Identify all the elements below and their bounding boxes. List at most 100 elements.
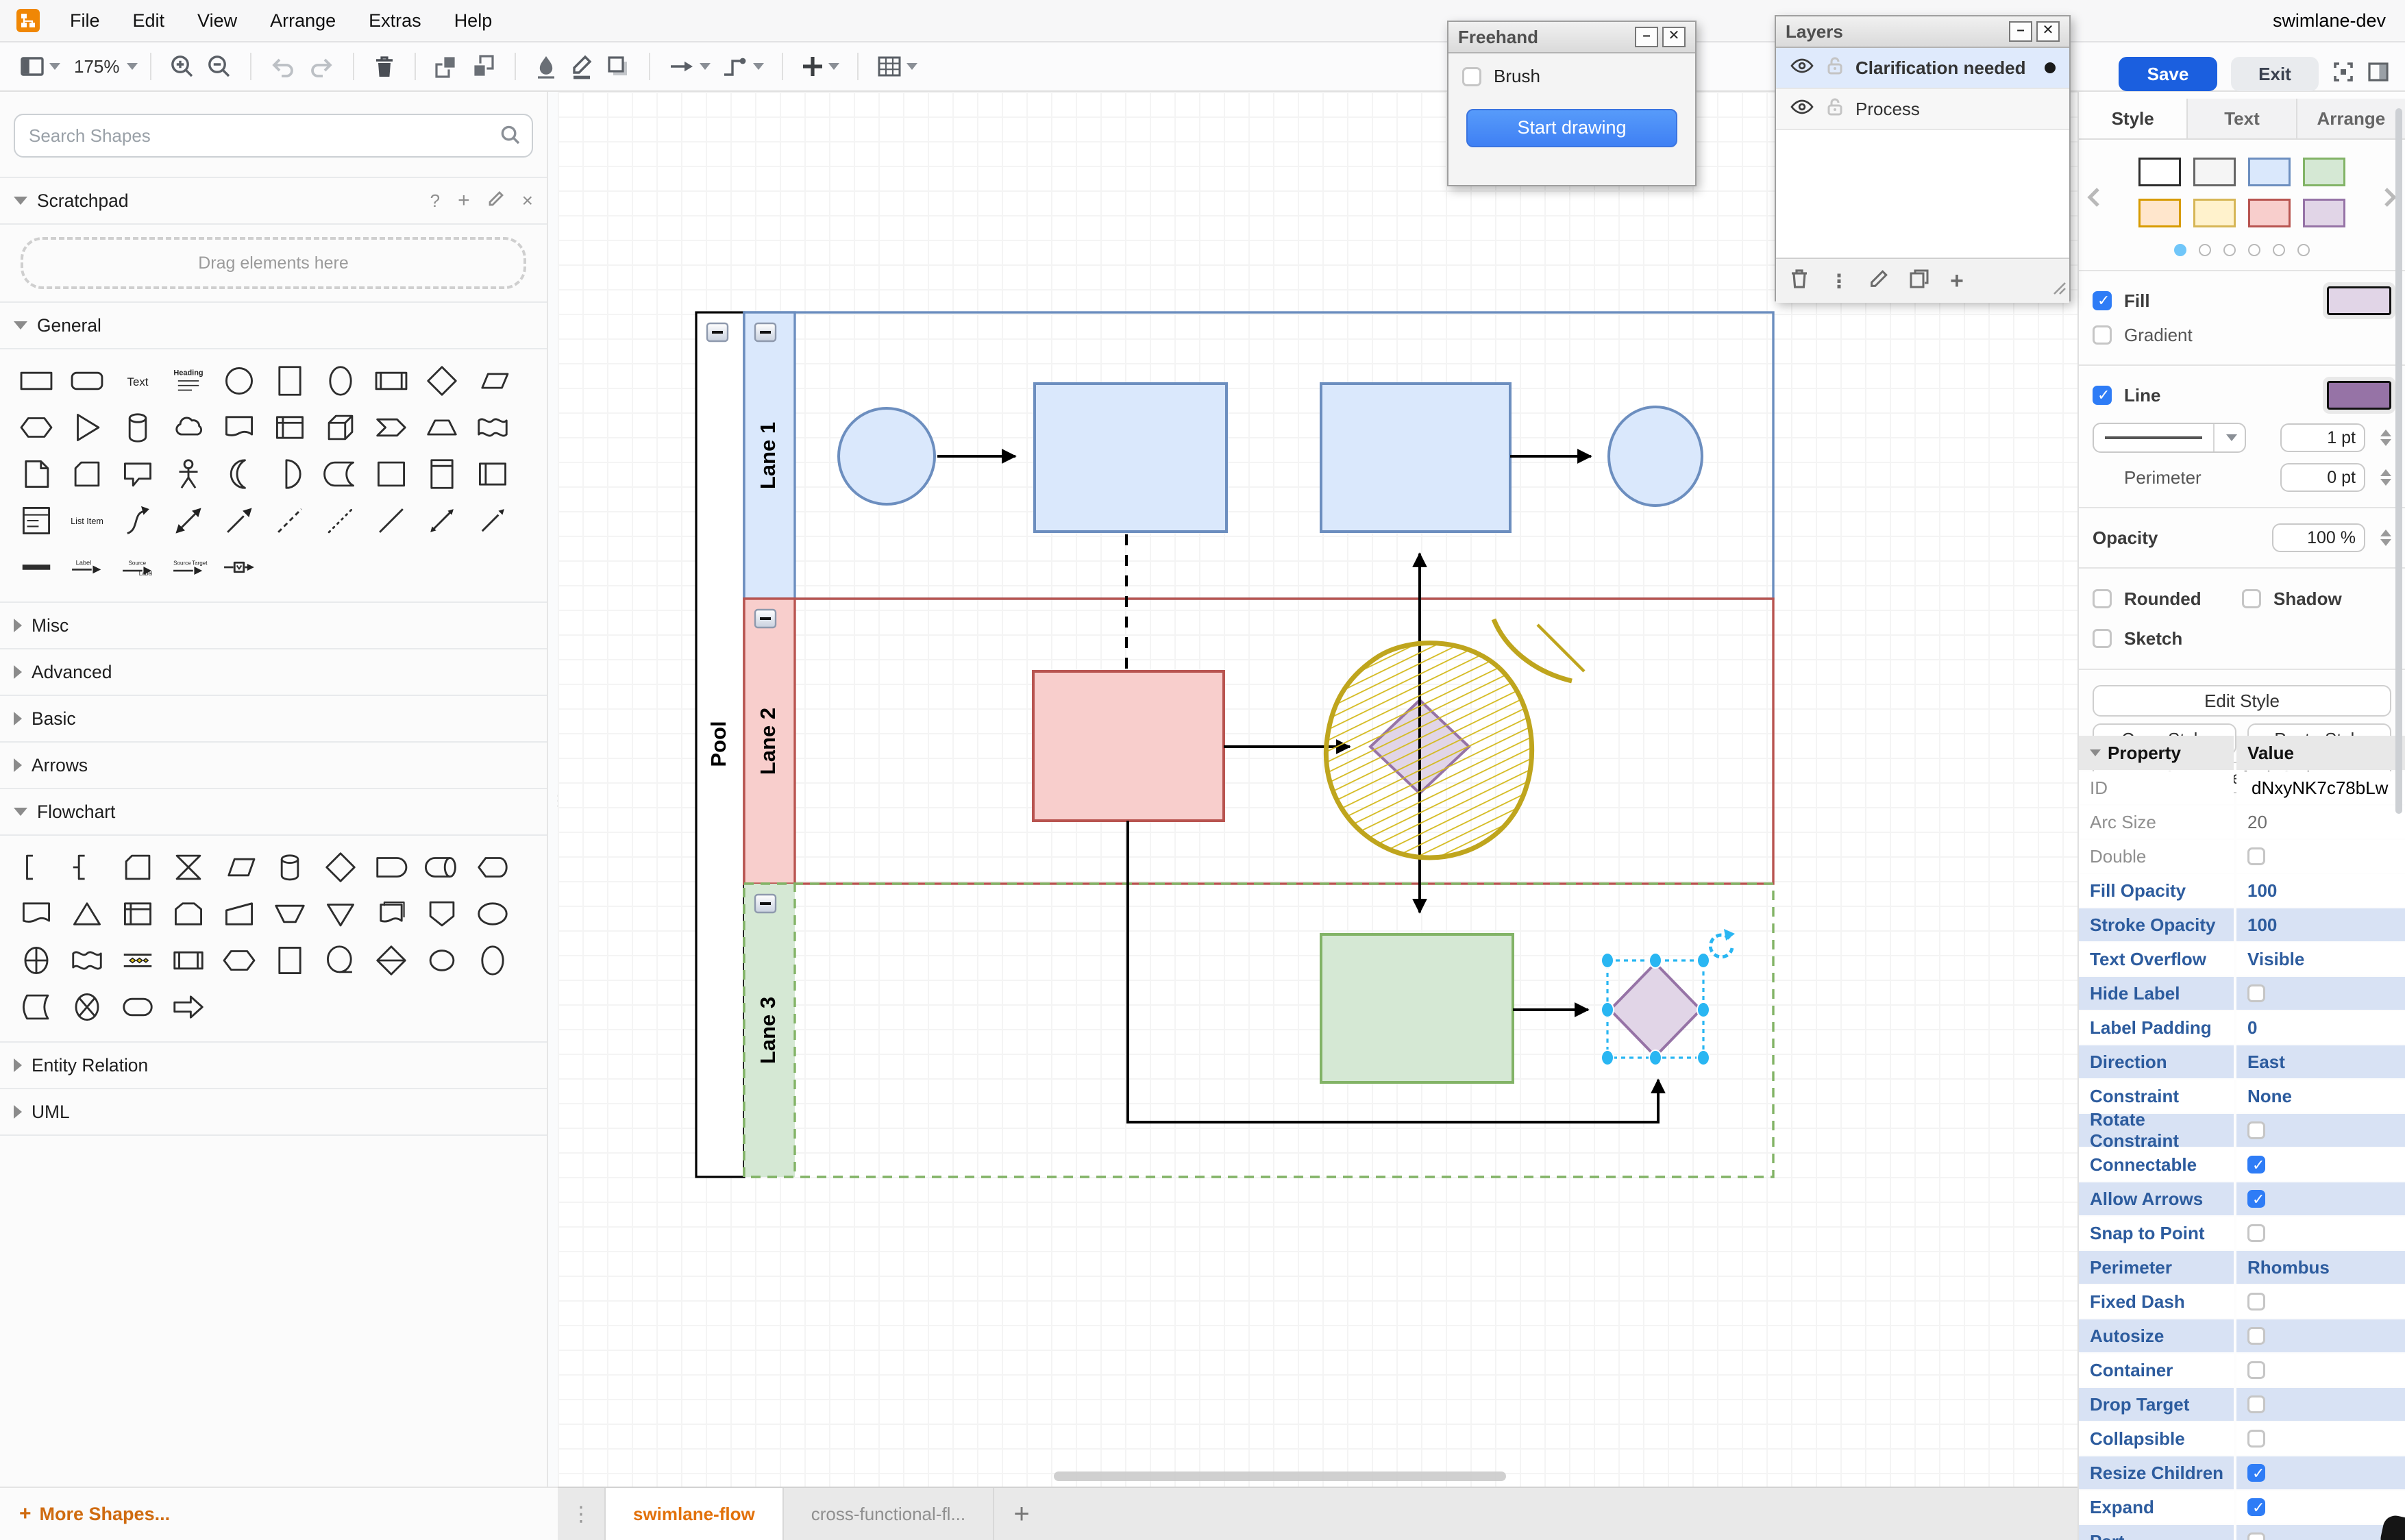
shape-extract[interactable] xyxy=(62,891,112,937)
property-value[interactable] xyxy=(2236,1114,2405,1147)
minimize-icon[interactable]: – xyxy=(1635,27,1658,47)
shape-diamond[interactable] xyxy=(417,358,467,404)
menu-help[interactable]: Help xyxy=(438,10,509,32)
task-shape-2[interactable] xyxy=(1320,382,1512,533)
shape-collate[interactable] xyxy=(163,844,214,891)
tab-arrange[interactable]: Arrange xyxy=(2297,99,2405,138)
shape-display[interactable] xyxy=(467,844,518,891)
property-checkbox[interactable] xyxy=(2247,1430,2265,1448)
shape-and[interactable] xyxy=(264,451,315,497)
freehand-window-titlebar[interactable]: Freehand – ✕ xyxy=(1448,22,1695,53)
shape-link[interactable] xyxy=(11,544,62,591)
property-checkbox[interactable] xyxy=(2247,1190,2265,1208)
lock-icon[interactable] xyxy=(1827,97,1843,121)
delete-button[interactable] xyxy=(367,47,402,86)
task-shape-red[interactable] xyxy=(1032,670,1225,822)
property-value[interactable] xyxy=(2236,840,2405,873)
property-checkbox[interactable] xyxy=(2247,1327,2265,1345)
shape-card[interactable] xyxy=(112,844,163,891)
insert-button[interactable] xyxy=(796,47,845,86)
visibility-eye-icon[interactable] xyxy=(1790,57,1814,79)
pool-container[interactable]: Pool xyxy=(695,311,745,1178)
lane-2[interactable]: Lane 2 xyxy=(743,597,1775,885)
lane-1-collapse-button[interactable] xyxy=(754,322,777,343)
property-value[interactable] xyxy=(2236,1456,2405,1489)
shape-summing-function[interactable] xyxy=(62,984,112,1030)
sketch-checkbox[interactable] xyxy=(2093,629,2112,648)
menu-extras[interactable]: Extras xyxy=(352,10,438,32)
shape-summing-junction[interactable] xyxy=(11,937,62,984)
shape-cloud[interactable] xyxy=(163,404,214,451)
shape-database[interactable] xyxy=(264,844,315,891)
help-icon[interactable]: ? xyxy=(430,190,440,212)
presets-prev-icon[interactable] xyxy=(2087,186,2101,208)
rounded-checkbox[interactable] xyxy=(2093,589,2112,608)
layer-menu-icon[interactable]: ⋮ xyxy=(1829,270,1849,293)
section-flowchart[interactable]: Flowchart xyxy=(0,789,547,836)
preset-page-dot[interactable] xyxy=(2248,244,2260,256)
shape-circle[interactable] xyxy=(214,358,264,404)
line-checkbox[interactable] xyxy=(2093,386,2112,405)
shape-start-tall-ellipse[interactable] xyxy=(467,937,518,984)
save-button[interactable]: Save xyxy=(2119,57,2217,91)
shape-arrow[interactable] xyxy=(214,497,264,544)
fullscreen-icon[interactable] xyxy=(2332,61,2354,88)
redo-button[interactable] xyxy=(302,47,341,86)
shape-bidirectional-connector[interactable] xyxy=(417,497,467,544)
property-checkbox[interactable] xyxy=(2247,1293,2265,1311)
table-button[interactable] xyxy=(871,47,923,86)
edit-icon[interactable] xyxy=(488,190,504,212)
shape-paper-tape[interactable] xyxy=(62,937,112,984)
shape-or[interactable] xyxy=(214,451,264,497)
property-value[interactable] xyxy=(2236,977,2405,1010)
preset-page-dot[interactable] xyxy=(2223,244,2236,256)
property-checkbox[interactable] xyxy=(2247,1361,2265,1379)
style-preset-5[interactable] xyxy=(2193,199,2236,227)
brush-checkbox[interactable] xyxy=(1462,66,1481,86)
property-value[interactable] xyxy=(2236,1148,2405,1181)
property-checkbox[interactable] xyxy=(2247,1156,2265,1174)
line-width-stepper[interactable] xyxy=(2380,430,2391,446)
fill-color-button[interactable] xyxy=(528,47,564,86)
zoom-in-button[interactable] xyxy=(164,47,201,86)
shape-data-parallelogram[interactable] xyxy=(214,844,264,891)
property-value[interactable]: dNxyNK7c78bLw xyxy=(2236,771,2405,804)
shape-hexagon[interactable] xyxy=(11,404,62,451)
property-checkbox[interactable] xyxy=(2247,1498,2265,1517)
shape-terminator[interactable] xyxy=(112,984,163,1030)
shape-manual-input[interactable] xyxy=(214,891,264,937)
layers-window[interactable]: Layers – ✕ Clarification needed Process ⋮… xyxy=(1775,15,2071,303)
property-value[interactable] xyxy=(2236,1285,2405,1318)
property-value[interactable] xyxy=(2236,1491,2405,1524)
delete-layer-icon[interactable] xyxy=(1790,269,1809,294)
line-color-button[interactable] xyxy=(564,47,600,86)
lane-3[interactable]: Lane 3 xyxy=(743,882,1775,1178)
shape-internal-storage[interactable] xyxy=(112,891,163,937)
lane-2-collapse-button[interactable] xyxy=(754,608,777,629)
shape-parallel-mode[interactable] xyxy=(112,937,163,984)
section-general[interactable]: General xyxy=(0,303,547,349)
canvas-horizontal-scrollbar[interactable] xyxy=(1054,1471,1506,1481)
more-shapes-bar[interactable]: + More Shapes... xyxy=(0,1487,558,1540)
scratchpad-dropzone[interactable]: Drag elements here xyxy=(21,237,526,289)
shape-dashed-line[interactable] xyxy=(264,497,315,544)
chevron-down-icon[interactable] xyxy=(126,63,138,70)
edit-style-button[interactable]: Edit Style xyxy=(2093,685,2391,717)
panel-scrollbar[interactable] xyxy=(2395,108,2402,814)
shape-directional-connector[interactable] xyxy=(467,497,518,544)
shape-horizontal-container[interactable] xyxy=(467,451,518,497)
property-value[interactable]: Rhombus xyxy=(2236,1251,2405,1284)
lock-icon[interactable] xyxy=(1827,56,1843,80)
property-checkbox[interactable] xyxy=(2247,984,2265,1002)
shape-cylinder[interactable] xyxy=(112,404,163,451)
shadow-button[interactable] xyxy=(600,47,637,86)
exit-button[interactable]: Exit xyxy=(2231,57,2319,91)
preset-page-dot[interactable] xyxy=(2297,244,2310,256)
shape-vertical-ellipse[interactable] xyxy=(315,358,366,404)
minimize-icon[interactable]: – xyxy=(2009,21,2032,42)
shape-decision[interactable] xyxy=(315,844,366,891)
property-value[interactable]: 20 xyxy=(2236,806,2405,839)
style-preset-1[interactable] xyxy=(2193,158,2236,186)
shape-vertical-container[interactable] xyxy=(417,451,467,497)
section-entity-relation[interactable]: Entity Relation xyxy=(0,1043,547,1089)
